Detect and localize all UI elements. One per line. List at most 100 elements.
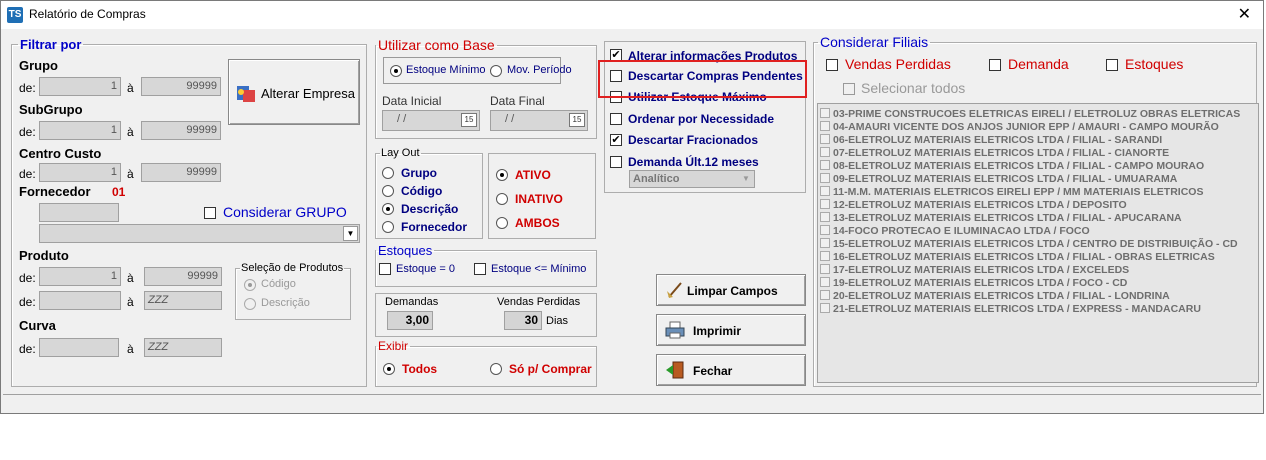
filial-checkbox[interactable] xyxy=(820,147,830,157)
list-item[interactable]: 07-ELETROLUZ MATERIAIS ELETRICOS LTDA / … xyxy=(820,146,1169,159)
subgrupo-from-field[interactable]: 1 xyxy=(39,121,121,140)
produto-from-field[interactable]: 1 xyxy=(39,267,121,286)
calendar-icon[interactable]: 15 xyxy=(569,113,585,127)
demandas-label: Demandas xyxy=(385,296,439,308)
descartar-fracionados-checkbox[interactable]: ✔ xyxy=(610,134,622,146)
highlight-box xyxy=(598,60,807,98)
filial-checkbox[interactable] xyxy=(820,290,830,300)
considerar-grupo-checkbox[interactable] xyxy=(204,207,216,219)
subgrupo-to-field[interactable]: 99999 xyxy=(141,121,221,140)
ativo-radio[interactable] xyxy=(496,169,508,181)
filiais-list[interactable]: 03-PRIME CONSTRUCOES ELETRICAS EIRELI / … xyxy=(817,103,1259,383)
layout-fornecedor-radio[interactable] xyxy=(382,221,394,233)
selecionar-todos-checkbox[interactable] xyxy=(843,83,855,95)
analitico-select[interactable]: Analítico ▼ xyxy=(629,170,755,188)
filial-checkbox[interactable] xyxy=(820,277,830,287)
estoque-menor-minimo-label: Estoque <= Mínimo xyxy=(491,263,587,275)
alterar-empresa-button[interactable]: Alterar Empresa xyxy=(228,59,360,125)
demandas-field[interactable]: 3,00 xyxy=(387,311,433,330)
filial-checkbox[interactable] xyxy=(820,264,830,274)
list-item[interactable]: 15-ELETROLUZ MATERIAIS ELETRICOS LTDA / … xyxy=(820,237,1238,250)
inativo-radio[interactable] xyxy=(496,193,508,205)
filial-checkbox[interactable] xyxy=(820,303,830,313)
ambos-radio[interactable] xyxy=(496,217,508,229)
list-item[interactable]: 19-ELETROLUZ MATERIAIS ELETRICOS LTDA / … xyxy=(820,276,1127,289)
fechar-button[interactable]: Fechar xyxy=(656,354,806,386)
estoques-legend: Estoques xyxy=(378,243,433,258)
list-item[interactable]: 13-ELETROLUZ MATERIAIS ELETRICOS LTDA / … xyxy=(820,211,1182,224)
filial-checkbox[interactable] xyxy=(820,186,830,196)
estoque-menor-minimo-checkbox[interactable] xyxy=(474,263,486,275)
filial-checkbox[interactable] xyxy=(820,134,830,144)
chevron-down-icon[interactable]: ▼ xyxy=(343,226,358,241)
list-item[interactable]: 12-ELETROLUZ MATERIAIS ELETRICOS LTDA / … xyxy=(820,198,1127,211)
so-comprar-radio[interactable] xyxy=(490,363,502,375)
title-bar: TS Relatório de Compras ✕ xyxy=(1,1,1263,29)
produto-desc-from-field[interactable] xyxy=(39,291,121,310)
filial-checkbox[interactable] xyxy=(820,251,830,261)
filial-checkbox[interactable] xyxy=(820,121,830,131)
filial-checkbox[interactable] xyxy=(820,238,830,248)
filial-checkbox[interactable] xyxy=(820,173,830,183)
imprimir-label: Imprimir xyxy=(693,324,742,338)
data-final-field[interactable]: / / 15 xyxy=(490,110,588,131)
grupo-from-field[interactable]: 1 xyxy=(39,77,121,96)
demanda-ult-checkbox[interactable] xyxy=(610,156,622,168)
list-item[interactable]: 04-AMAURI VICENTE DOS ANJOS JUNIOR EPP /… xyxy=(820,120,1219,133)
calendar-icon[interactable]: 15 xyxy=(461,113,477,127)
selecao-produtos-group: Seleção de Produtos xyxy=(235,262,351,320)
data-inicial-placeholder: / / xyxy=(397,113,407,125)
data-final-placeholder: / / xyxy=(505,113,515,125)
list-item[interactable]: 06-ELETROLUZ MATERIAIS ELETRICOS LTDA / … xyxy=(820,133,1162,146)
todos-radio[interactable] xyxy=(383,363,395,375)
ordenar-checkbox[interactable] xyxy=(610,113,622,125)
fornecedor-field[interactable] xyxy=(39,203,119,222)
produto-desc-to-field[interactable]: ZZZ xyxy=(144,291,222,310)
list-item[interactable]: 09-ELETROLUZ MATERIAIS ELETRICOS LTDA / … xyxy=(820,172,1177,185)
list-item[interactable]: 16-ELETROLUZ MATERIAIS ELETRICOS LTDA / … xyxy=(820,250,1215,263)
estoque-zero-label: Estoque = 0 xyxy=(396,263,456,275)
demanda-ult-label: Demanda Últ.12 meses xyxy=(628,155,759,169)
chevron-down-icon[interactable]: ▼ xyxy=(739,172,753,186)
list-item[interactable]: 21-ELETROLUZ MATERIAIS ELETRICOS LTDA / … xyxy=(820,302,1201,315)
vendas-perdidas-label: Vendas Perdidas xyxy=(497,296,581,308)
estoque-minimo-label: Estoque Mínimo xyxy=(406,64,486,76)
list-item[interactable]: 08-ELETROLUZ MATERIAIS ELETRICOS LTDA / … xyxy=(820,159,1204,172)
estoques-checkbox[interactable] xyxy=(1106,59,1118,71)
list-item[interactable]: 14-FOCO PROTECAO E ILUMINACAO LTDA / FOC… xyxy=(820,224,1090,237)
estoque-minimo-radio[interactable] xyxy=(390,65,402,77)
fornecedor-dropdown[interactable]: ▼ xyxy=(39,224,360,243)
imprimir-button[interactable]: Imprimir xyxy=(656,314,806,346)
limpar-campos-button[interactable]: Limpar Campos xyxy=(656,274,806,306)
filial-checkbox[interactable] xyxy=(820,212,830,222)
filial-checkbox[interactable] xyxy=(820,108,830,118)
centro-to-field[interactable]: 99999 xyxy=(141,163,221,182)
demanda-checkbox[interactable] xyxy=(989,59,1001,71)
list-item[interactable]: 11-M.M. MATERIAIS ELETRICOS EIRELI EPP /… xyxy=(820,185,1203,198)
filial-checkbox[interactable] xyxy=(820,225,830,235)
mov-periodo-radio[interactable] xyxy=(490,65,502,77)
list-item[interactable]: 17-ELETROLUZ MATERIAIS ELETRICOS LTDA / … xyxy=(820,263,1129,276)
selecao-descricao-radio[interactable] xyxy=(244,298,256,310)
selecao-codigo-radio[interactable] xyxy=(244,279,256,291)
centro-from-field[interactable]: 1 xyxy=(39,163,121,182)
layout-descricao-radio[interactable] xyxy=(382,203,394,215)
layout-codigo-radio[interactable] xyxy=(382,185,394,197)
list-item[interactable]: 20-ELETROLUZ MATERIAIS ELETRICOS LTDA / … xyxy=(820,289,1170,302)
filial-checkbox[interactable] xyxy=(820,160,830,170)
close-icon[interactable]: ✕ xyxy=(1238,4,1251,24)
curva-from-field[interactable] xyxy=(39,338,119,357)
vendas-perdidas-field[interactable]: 30 xyxy=(504,311,542,330)
layout-legend: Lay Out xyxy=(381,147,420,159)
window-title: Relatório de Compras xyxy=(29,7,146,21)
curva-to-field[interactable]: ZZZ xyxy=(144,338,222,357)
layout-grupo-radio[interactable] xyxy=(382,167,394,179)
subgrupo-label: SubGrupo xyxy=(19,102,83,117)
estoque-zero-checkbox[interactable] xyxy=(379,263,391,275)
data-inicial-field[interactable]: / / 15 xyxy=(382,110,480,131)
produto-to-field[interactable]: 99999 xyxy=(144,267,222,286)
grupo-to-field[interactable]: 99999 xyxy=(141,77,221,96)
list-item[interactable]: 03-PRIME CONSTRUCOES ELETRICAS EIRELI / … xyxy=(820,107,1240,120)
vendas-perdidas-checkbox[interactable] xyxy=(826,59,838,71)
filial-checkbox[interactable] xyxy=(820,199,830,209)
